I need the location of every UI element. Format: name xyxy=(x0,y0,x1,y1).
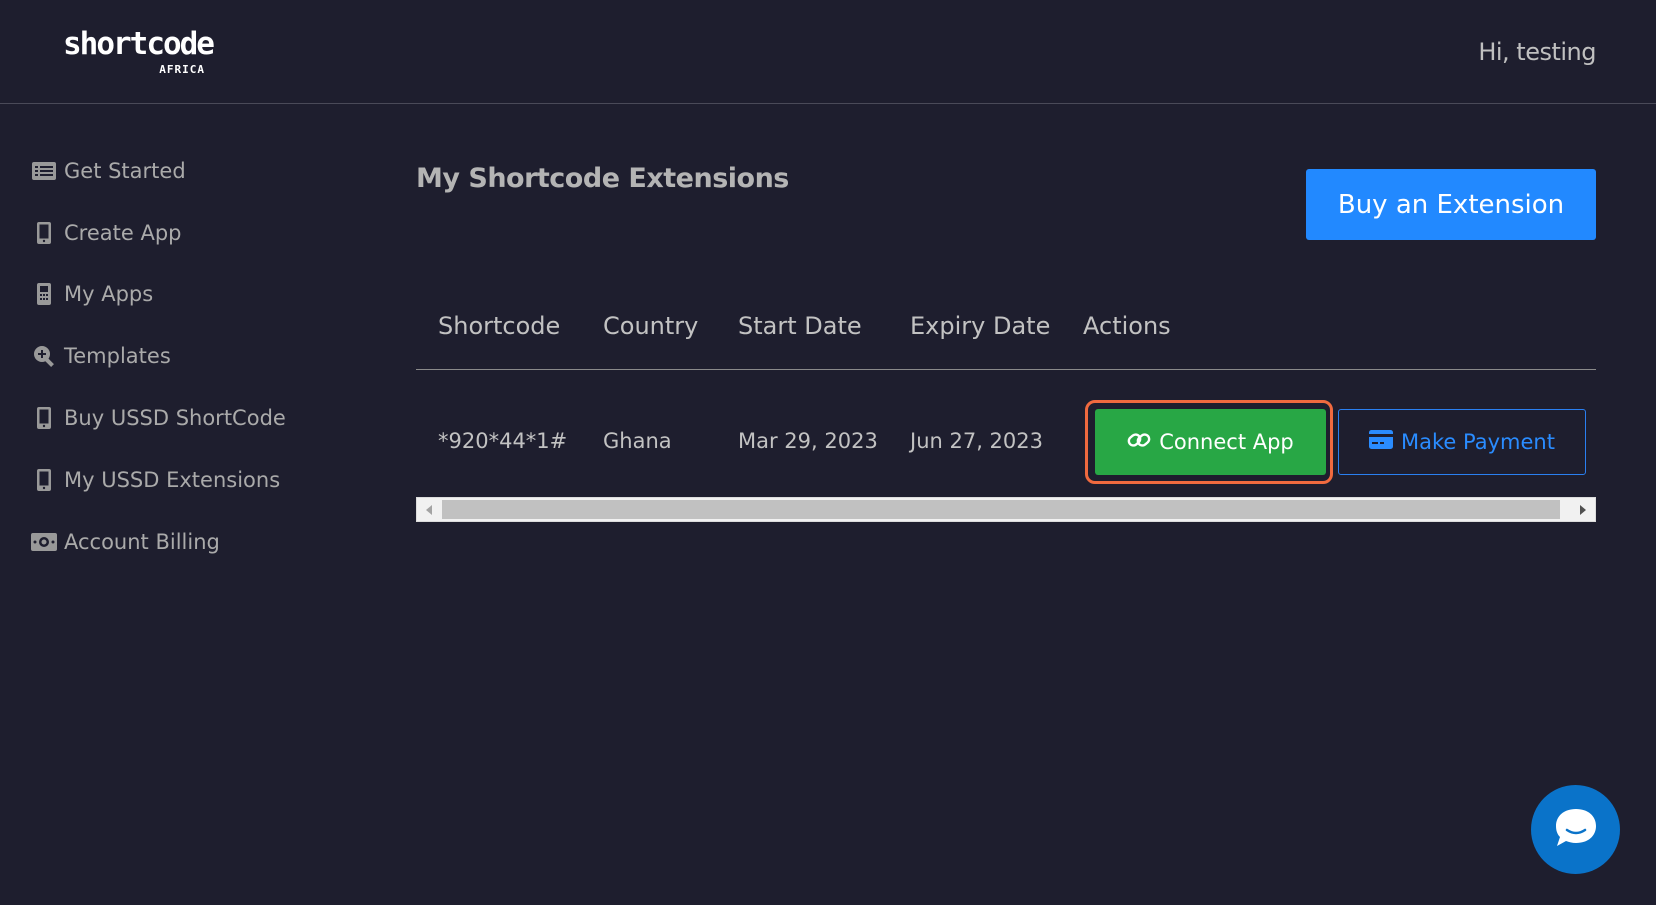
buy-extension-button[interactable]: Buy an Extension xyxy=(1306,169,1596,240)
sidebar-item-label: Get Started xyxy=(64,158,186,183)
column-header-shortcode: Shortcode xyxy=(438,312,561,340)
sidebar-item-buy-ussd-shortcode[interactable]: Buy USSD ShortCode xyxy=(30,387,350,449)
link-icon xyxy=(1127,430,1151,455)
mobile-alt-icon xyxy=(30,282,58,306)
connect-app-label: Connect App xyxy=(1159,430,1294,454)
sidebar-nav: Get Started Create App My Apps Templates… xyxy=(30,140,350,573)
top-header: shortcode AFRICA Hi, testing xyxy=(0,0,1656,104)
credit-card-icon xyxy=(1369,430,1394,454)
column-header-actions: Actions xyxy=(1083,312,1171,340)
cell-country: Ghana xyxy=(603,429,672,453)
sidebar-item-label: Buy USSD ShortCode xyxy=(64,406,286,431)
logo-subtitle: AFRICA xyxy=(159,63,205,76)
extensions-table: Shortcode Country Start Date Expiry Date… xyxy=(416,290,1596,496)
sidebar-item-label: Account Billing xyxy=(64,529,220,554)
page-title: My Shortcode Extensions xyxy=(416,163,789,194)
make-payment-label: Make Payment xyxy=(1401,430,1555,454)
chat-widget-button[interactable] xyxy=(1531,785,1620,874)
sidebar-item-my-ussd-extensions[interactable]: My USSD Extensions xyxy=(30,449,350,511)
scroll-right-arrow-icon[interactable] xyxy=(1571,498,1595,521)
table-row: *920*44*1# Ghana Mar 29, 2023 Jun 27, 20… xyxy=(416,370,1596,496)
scroll-left-arrow-icon[interactable] xyxy=(417,498,441,521)
table-header-row: Shortcode Country Start Date Expiry Date… xyxy=(416,290,1596,370)
make-payment-button[interactable]: Make Payment xyxy=(1338,409,1586,475)
connect-app-button[interactable]: Connect App xyxy=(1095,409,1326,475)
table-horizontal-scrollbar[interactable] xyxy=(416,497,1596,522)
sidebar-item-create-app[interactable]: Create App xyxy=(30,202,350,264)
shortcode-africa-logo[interactable]: shortcode AFRICA xyxy=(63,26,215,78)
sidebar-item-account-billing[interactable]: Account Billing xyxy=(30,511,350,573)
sidebar-item-label: Create App xyxy=(64,220,182,245)
column-header-country: Country xyxy=(603,312,699,340)
user-greeting[interactable]: Hi, testing xyxy=(1478,38,1596,66)
logo-wordmark: shortcode xyxy=(63,26,215,62)
chat-bubble-icon xyxy=(1553,806,1599,854)
sidebar-item-templates[interactable]: Templates xyxy=(30,325,350,387)
scrollbar-thumb[interactable] xyxy=(442,500,1560,519)
sidebar-item-get-started[interactable]: Get Started xyxy=(30,140,350,202)
mobile-icon xyxy=(30,406,58,430)
sidebar-item-label: My USSD Extensions xyxy=(64,467,281,492)
sidebar-item-my-apps[interactable]: My Apps xyxy=(30,264,350,326)
search-plus-icon xyxy=(30,344,58,368)
money-bill-icon xyxy=(30,530,58,554)
list-icon xyxy=(30,159,58,183)
cell-expiry-date: Jun 27, 2023 xyxy=(910,429,1044,453)
cell-start-date: Mar 29, 2023 xyxy=(738,429,878,453)
column-header-expiry-date: Expiry Date xyxy=(910,312,1051,340)
mobile-icon xyxy=(30,221,58,245)
sidebar-item-label: Templates xyxy=(64,344,171,369)
mobile-icon xyxy=(30,468,58,492)
column-header-start-date: Start Date xyxy=(738,312,862,340)
cell-shortcode: *920*44*1# xyxy=(438,429,568,453)
sidebar-item-label: My Apps xyxy=(64,282,154,307)
